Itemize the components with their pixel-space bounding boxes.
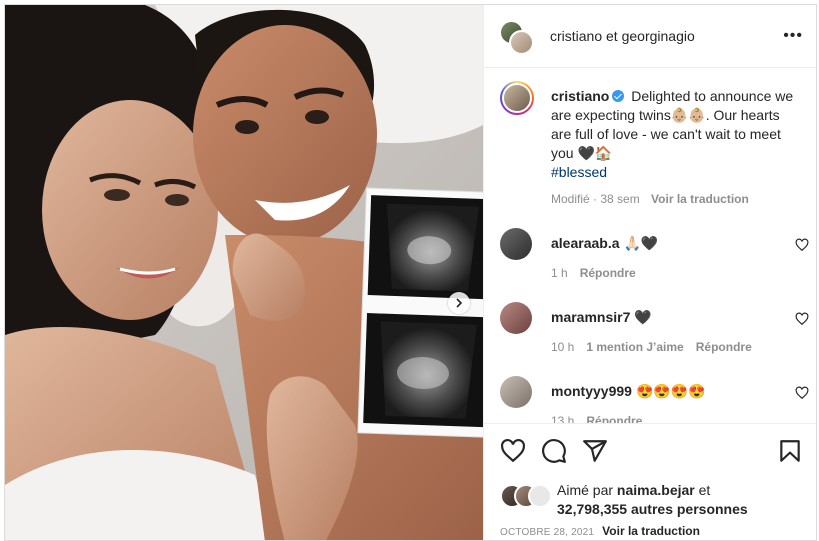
comment-item: montyyy999 😍😍😍😍 13 h Répondre — [484, 376, 816, 423]
bookmark-icon[interactable] — [777, 438, 803, 464]
date-translate-link[interactable]: Voir la traduction — [602, 524, 700, 538]
comment-avatar[interactable] — [500, 228, 532, 260]
comment-time: 10 h — [551, 340, 575, 354]
comments-scroll[interactable]: cristiano Delighted to announce we are e… — [484, 68, 816, 423]
share-icon[interactable] — [582, 438, 608, 464]
likes-user[interactable]: naima.bejar — [617, 482, 695, 498]
comment-avatar[interactable] — [500, 376, 532, 408]
heart-icon[interactable] — [795, 312, 809, 326]
likes-suffix: et — [698, 482, 711, 498]
caption: cristiano Delighted to announce we are e… — [551, 87, 801, 182]
comment-meta: 13 h Répondre — [551, 414, 654, 423]
comment-username[interactable]: montyyy999 — [551, 383, 632, 399]
post-date-row: OCTOBRE 28, 2021 Voir la traduction — [500, 524, 700, 538]
comment-text: 😍😍😍😍 — [635, 383, 706, 399]
post-dialog: cristiano et georginagio ••• cristiano D… — [4, 4, 817, 541]
comment-time: 1 h — [551, 266, 568, 280]
heart-icon[interactable] — [500, 438, 526, 464]
post-date[interactable]: OCTOBRE 28, 2021 — [500, 527, 594, 538]
comment-item: maramnsir7 🖤 10 h 1 mention J’aime Répondre — [484, 302, 816, 372]
heart-icon[interactable] — [795, 238, 809, 252]
heart-icon[interactable] — [795, 386, 809, 400]
reply-button[interactable]: Répondre — [580, 266, 636, 280]
comment-meta: 10 h 1 mention J’aime Répondre — [551, 340, 764, 354]
comment-time: 13 h — [551, 414, 575, 423]
verified-icon — [612, 90, 625, 102]
comment-item: alearaab.a 🙏🏻🖤 1 h Répondre — [484, 228, 816, 298]
caption-meta: Modifié · 38 sem Voir la traduction — [551, 192, 749, 206]
comment-username[interactable]: maramnsir7 — [551, 309, 630, 325]
post-actions: Aimé par naima.bejar et 32,798,355 autre… — [484, 423, 816, 540]
carousel-next-button[interactable] — [448, 292, 470, 314]
reply-button[interactable]: Répondre — [586, 414, 642, 423]
likes-prefix: Aimé par — [557, 482, 614, 498]
post-photo[interactable] — [5, 5, 483, 540]
chevron-right-icon — [456, 298, 463, 308]
likes-summary: Aimé par naima.bejar et 32,798,355 autre… — [557, 481, 807, 519]
post-side-panel: cristiano et georginagio ••• cristiano D… — [483, 5, 816, 540]
caption-username[interactable]: cristiano — [551, 88, 609, 104]
collab-avatar[interactable] — [499, 20, 534, 55]
comment-text: 🙏🏻🖤 — [623, 235, 659, 251]
post-header: cristiano et georginagio ••• — [484, 5, 816, 68]
caption-translate-link[interactable]: Voir la traduction — [651, 192, 749, 206]
comment-body: alearaab.a 🙏🏻🖤 — [551, 235, 658, 252]
comment-avatar[interactable] — [500, 302, 532, 334]
photo-illustration — [5, 5, 483, 540]
comment-text: 🖤 — [634, 309, 652, 325]
comment-icon[interactable] — [541, 438, 567, 464]
comment-body: maramnsir7 🖤 — [551, 309, 652, 326]
comment-likes[interactable]: 1 mention J’aime — [586, 340, 683, 354]
reply-button[interactable]: Répondre — [696, 340, 752, 354]
caption-avatar[interactable] — [500, 81, 534, 115]
comment-body: montyyy999 😍😍😍😍 — [551, 383, 706, 400]
caption-edited: Modifié · 38 sem — [551, 192, 640, 206]
avatar-georginagio — [509, 30, 534, 55]
post-authors[interactable]: cristiano et georginagio — [550, 28, 695, 44]
likes-count[interactable]: 32,798,355 autres personnes — [557, 501, 748, 517]
more-icon[interactable]: ••• — [783, 28, 803, 44]
avatar — [528, 484, 552, 508]
comment-meta: 1 h Répondre — [551, 266, 648, 280]
comment-username[interactable]: alearaab.a — [551, 235, 620, 251]
caption-hashtag[interactable]: #blessed — [551, 163, 607, 182]
